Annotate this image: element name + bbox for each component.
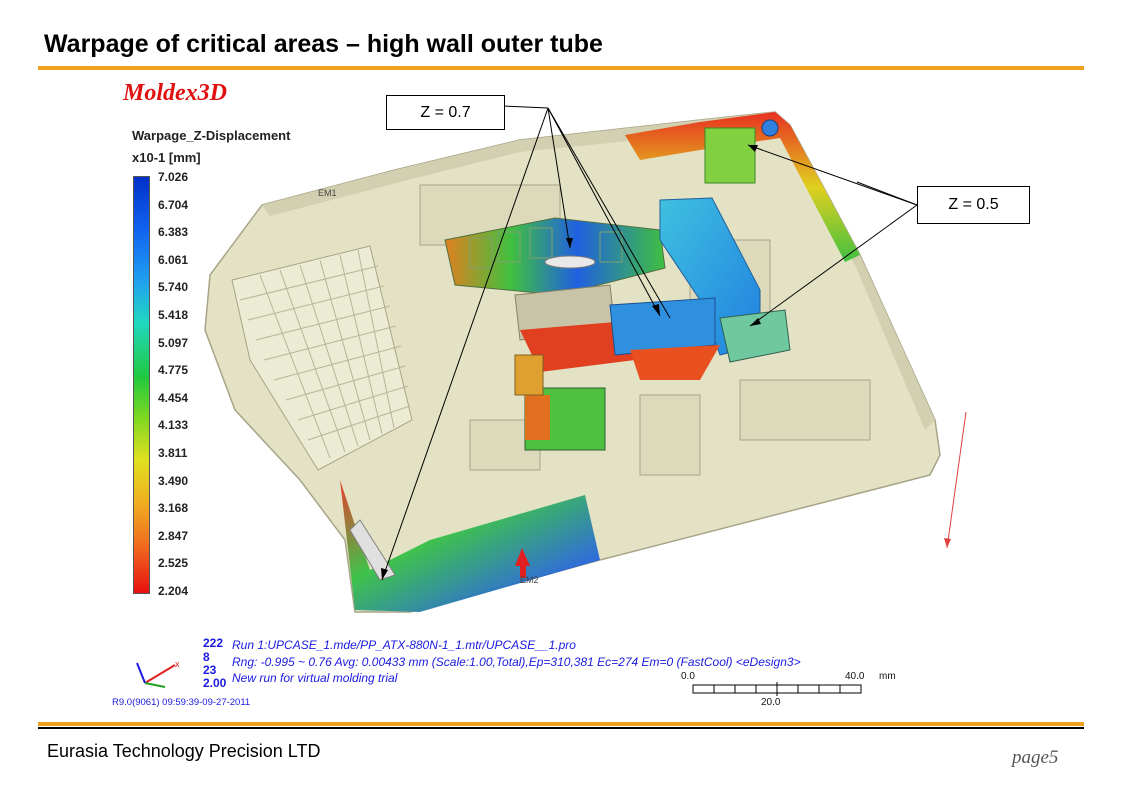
warpage-model-render [204,105,967,613]
callout-z-low: Z = 0.5 [917,186,1030,224]
legend-tick-label: 2.525 [158,556,189,571]
legend-tick-label: 3.490 [158,473,189,488]
info-number-1: 222 [203,636,224,650]
footer-company: Eurasia Technology Precision LTD [47,741,321,761]
version-stamp: R9.0(9061) 09:59:39-09-27-2011 [112,697,251,708]
legend-tick-label: 7.026 [158,170,189,184]
info-number-3: 23 [203,663,217,677]
svg-text:x: x [175,659,180,669]
info-number-2: 8 [203,650,210,664]
legend-color-bar [133,176,150,594]
page-number: page5 [1012,747,1059,768]
scale-start: 0.0 [681,671,695,682]
info-number-4: 2.00 [203,676,227,690]
scale-end: 40.0 [845,671,865,682]
legend-tick-label: 3.168 [158,501,189,516]
info-line-run: Run 1:UPCASE_1.mde/PP_ATX-880N-1_1.mtr/U… [232,638,576,652]
marker-em2: EM2 [520,575,539,585]
legend-tick-label: 5.097 [158,335,189,350]
scale-unit: mm [879,671,896,682]
scale-mid: 20.0 [761,697,781,708]
info-line-note: New run for virtual molding trial [232,671,398,685]
legend-tick-label: 6.704 [158,197,189,212]
legend-tick-label: 4.133 [158,418,189,433]
legend-tick-label: 4.454 [158,390,189,405]
scale-bar [692,682,862,696]
legend-tick-label: 3.811 [158,446,188,460]
slide-title: Warpage of critical areas – high wall ou… [44,30,603,58]
legend-tick-label: 2.204 [158,584,189,598]
legend-tick-label: 6.061 [158,252,189,267]
footer-rule-dark [38,727,1084,729]
callout-z-high: Z = 0.7 [386,95,505,130]
legend-tick-label: 2.847 [158,528,189,543]
legend-tick-label: 5.740 [158,280,189,295]
legend-tick-label: 6.383 [158,225,189,240]
title-rule [38,66,1084,70]
axis-triad-icon: x [136,659,180,688]
legend-tick-label: 4.775 [158,363,189,378]
footer-rule [38,722,1084,726]
marker-em1: EM1 [318,188,337,198]
legend-tick-label: 5.418 [158,308,189,322]
info-line-range: Rng: -0.995 ~ 0.76 Avg: 0.00433 mm (Scal… [232,655,801,669]
